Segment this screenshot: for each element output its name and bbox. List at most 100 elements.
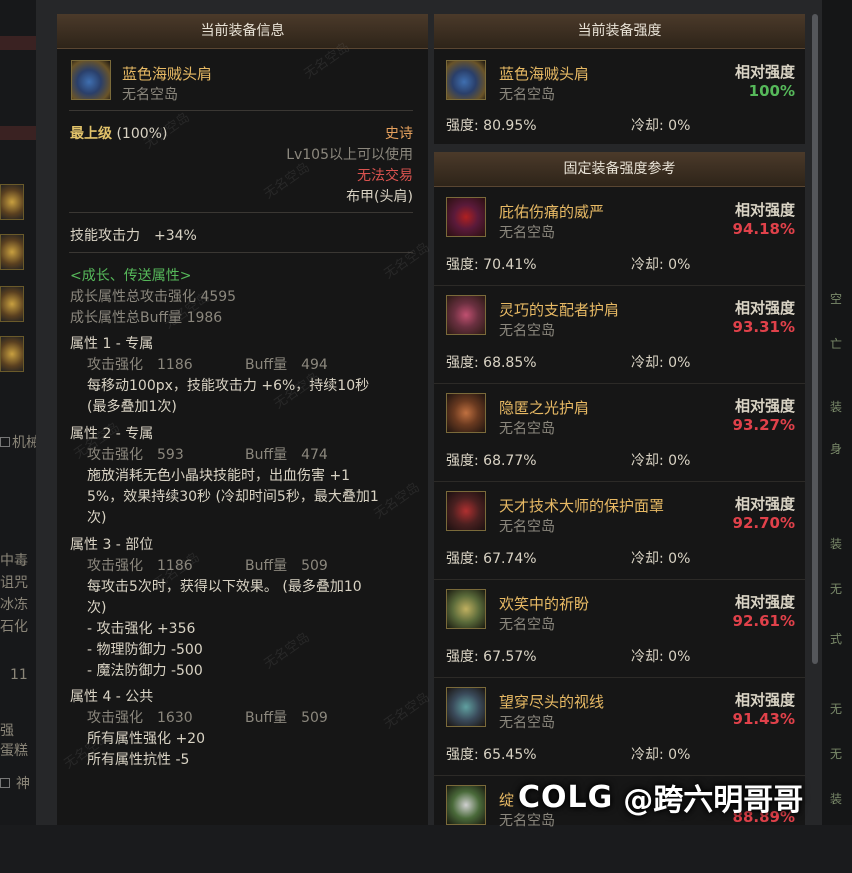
strength-value: 强度: 80.95% — [446, 118, 537, 134]
background-label: 神 — [16, 776, 30, 792]
background-left-strip: 机械 中毒 诅咒 冰冻 石化 11 强 蛋糕 神 — [0, 0, 40, 825]
background-item-slot[interactable] — [0, 336, 24, 372]
background-char: 空 — [830, 292, 843, 306]
current-strength-panel: 当前装备强度 蓝色海贼头肩 无名空岛 相对强度 100% 强度: 80.95% … — [434, 14, 805, 144]
item-name: 绽 — [499, 791, 515, 809]
trade-status: 无法交易 — [357, 168, 413, 184]
background-char: 无 — [830, 582, 843, 596]
item-name: 灵巧的支配者护肩 — [499, 301, 620, 319]
attribute-line: 所有属性抗性 -5 — [87, 752, 190, 768]
attribute-buff: Buff量 509 — [245, 710, 328, 726]
level-requirement: Lv105以上可以使用 — [286, 147, 413, 163]
divider — [69, 252, 413, 253]
grade-row: 最上级 (100%) — [70, 123, 167, 143]
background-item-slot[interactable] — [0, 286, 24, 322]
attribute-line: 每移动100px，技能攻击力 +6%，持续10秒 — [87, 378, 370, 394]
cooldown-value: 冷却: 0% — [631, 649, 691, 665]
background-label: 石化 — [0, 619, 28, 635]
background-label: 强 — [0, 723, 14, 739]
relative-strength-label: 相对强度 — [734, 593, 795, 611]
current-equipment-info-panel: 当前装备信息 蓝色海贼头肩 无名空岛 最上级 (100%) 史诗 Lv105以上… — [57, 14, 428, 825]
server-name: 无名空岛 — [499, 323, 555, 339]
server-name: 无名空岛 — [122, 87, 178, 103]
relative-strength-value: 92.61% — [732, 612, 795, 630]
divider — [69, 110, 413, 111]
helmet-icon — [446, 197, 486, 237]
cooldown-value: 冷却: 0% — [631, 355, 691, 371]
item-name: 天才技术大师的保护面罩 — [499, 497, 665, 515]
attribute-buff: Buff量 509 — [245, 558, 328, 574]
relative-strength-value: 93.27% — [732, 416, 795, 434]
item-name: 庇佑伤痛的威严 — [499, 203, 605, 221]
reference-item[interactable]: 庇佑伤痛的威严 无名空岛 相对强度 94.18% 强度: 70.41% 冷却: … — [434, 187, 805, 286]
reference-item[interactable]: 灵巧的支配者护肩 无名空岛 相对强度 93.31% 强度: 68.85% 冷却:… — [434, 285, 805, 384]
server-name: 无名空岛 — [499, 421, 555, 437]
shoulder-icon — [446, 393, 486, 433]
background-char: 身 — [830, 442, 843, 456]
attribute-title: 属性 2 - 专属 — [70, 426, 154, 442]
helmet-shoulder-icon — [446, 60, 486, 100]
server-name: 无名空岛 — [499, 715, 555, 731]
reference-strength-panel: 固定装备强度参考 庇佑伤痛的威严 无名空岛 相对强度 94.18% 强度: 70… — [434, 152, 805, 829]
grade-label: 最上级 — [70, 126, 112, 142]
reference-item[interactable]: 欢笑中的祈盼 无名空岛 相对强度 92.61% 强度: 67.57% 冷却: 0… — [434, 579, 805, 678]
relative-strength-label: 相对强度 — [734, 201, 795, 219]
server-name: 无名空岛 — [499, 617, 555, 633]
background-char: 装 — [830, 537, 843, 551]
cooldown-value: 冷却: 0% — [631, 257, 691, 273]
reference-item[interactable]: 望穿尽头的视线 无名空岛 相对强度 91.43% 强度: 65.45% 冷却: … — [434, 677, 805, 776]
server-name: 无名空岛 — [499, 225, 555, 241]
item-name: 蓝色海贼头肩 — [499, 65, 590, 83]
attribute-line: - 物理防御力 -500 — [87, 642, 203, 658]
grade-percent: (100%) — [116, 126, 168, 142]
strength-value: 强度: 68.77% — [446, 453, 537, 469]
source-watermark: COLG @跨六明哥哥 — [518, 775, 803, 819]
background-item-slot[interactable] — [0, 234, 24, 270]
attribute-title: 属性 1 - 专属 — [70, 336, 154, 352]
shoulder-icon — [446, 589, 486, 629]
relative-strength-value: 100% — [748, 82, 795, 100]
cooldown-value: 冷却: 0% — [631, 453, 691, 469]
attribute-attack: 攻击强化 593 — [87, 447, 184, 463]
relative-strength-label: 相对强度 — [734, 691, 795, 709]
background-label: 11 — [10, 667, 28, 683]
rarity: 史诗 — [385, 126, 413, 142]
skill-attack: 技能攻击力 +34% — [70, 228, 197, 244]
attribute-buff: Buff量 494 — [245, 357, 328, 373]
attribute-line: 每攻击5次时，获得以下效果。 (最多叠加10 — [87, 579, 362, 595]
attribute-line: 5%，效果持续30秒 (冷却时间5秒，最大叠加1 — [87, 489, 379, 505]
cooldown-value: 冷却: 0% — [631, 551, 691, 567]
background-checkbox[interactable] — [0, 778, 10, 788]
background-checkbox[interactable] — [0, 437, 10, 447]
background-right-strip: 空 亡 装 身 装 无 式 无 无 装 — [822, 0, 852, 825]
background-char: 式 — [830, 632, 843, 646]
background-item-slot[interactable] — [0, 184, 24, 220]
attribute-line: - 魔法防御力 -500 — [87, 663, 203, 679]
attribute-line: 次) — [87, 600, 107, 616]
strength-value: 强度: 67.57% — [446, 649, 537, 665]
panel-header: 当前装备强度 — [434, 14, 805, 49]
background-label: 蛋糕 — [0, 743, 28, 759]
background-char: 无 — [830, 702, 843, 716]
reference-item[interactable]: 隐匿之光护肩 无名空岛 相对强度 93.27% 强度: 68.77% 冷却: 0… — [434, 383, 805, 482]
attribute-line: 次) — [87, 510, 107, 526]
item-name: 欢笑中的祈盼 — [499, 595, 590, 613]
relative-strength-label: 相对强度 — [734, 299, 795, 317]
server-name: 无名空岛 — [499, 87, 555, 103]
attribute-attack: 攻击强化 1630 — [87, 710, 193, 726]
reference-item[interactable]: 天才技术大师的保护面罩 无名空岛 相对强度 92.70% 强度: 67.74% … — [434, 481, 805, 580]
dialog-scrollbar[interactable] — [812, 14, 818, 664]
background-label: 冰冻 — [0, 597, 28, 613]
relative-strength-value: 93.31% — [732, 318, 795, 336]
attribute-attack: 攻击强化 1186 — [87, 357, 193, 373]
relative-strength-label: 相对强度 — [734, 63, 795, 81]
attribute-attack: 攻击强化 1186 — [87, 558, 193, 574]
cooldown-value: 冷却: 0% — [631, 747, 691, 763]
background-band — [0, 126, 36, 140]
item-name: 蓝色海贼头肩 — [122, 65, 213, 83]
growth-title: <成长、传送属性> — [70, 268, 192, 284]
attribute-line: (最多叠加1次) — [87, 399, 177, 415]
background-char: 亡 — [830, 337, 843, 351]
background-char: 无 — [830, 747, 843, 761]
attribute-title: 属性 4 - 公共 — [70, 689, 154, 705]
